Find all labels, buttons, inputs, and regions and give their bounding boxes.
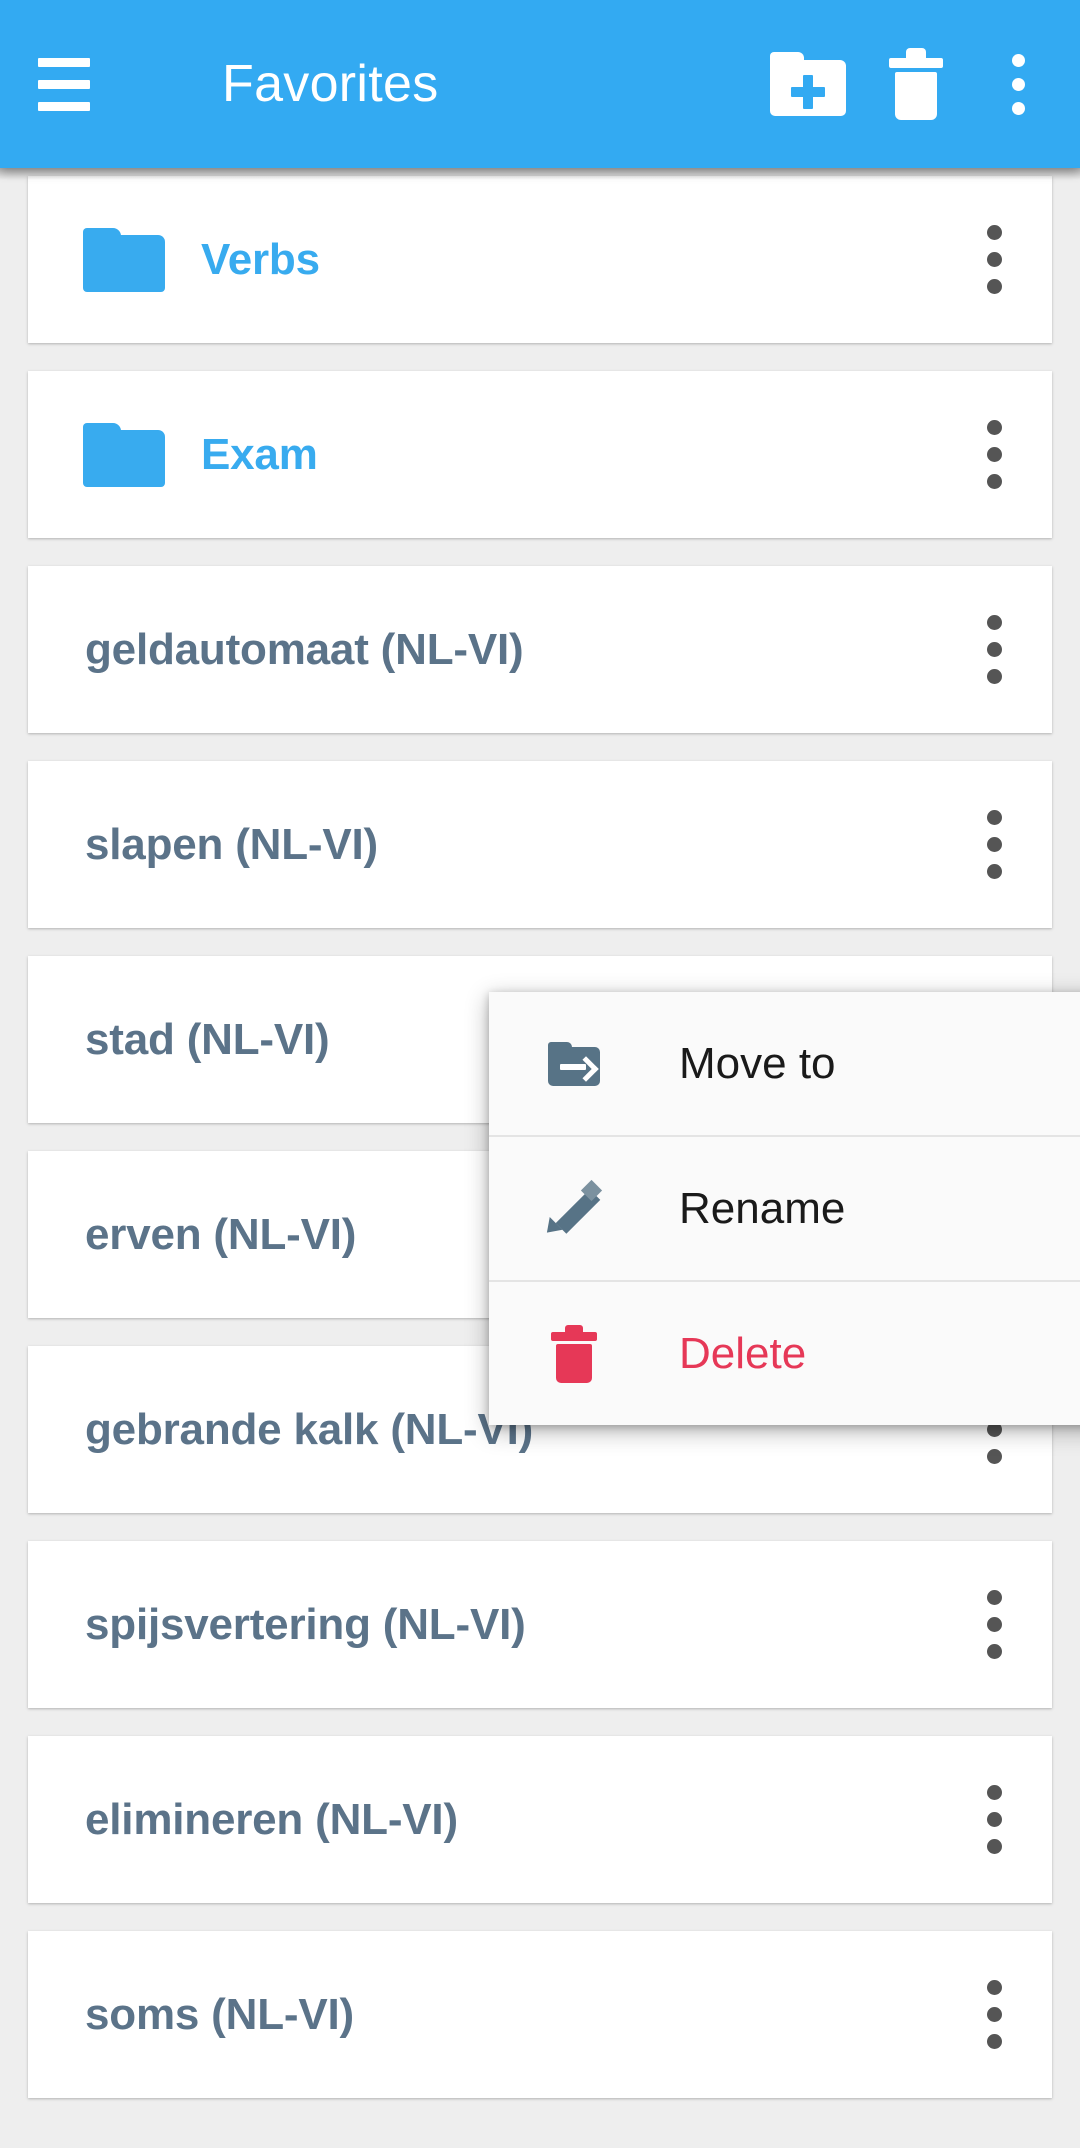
kebab-dot: [987, 447, 1002, 462]
context-menu-label: Rename: [679, 1183, 846, 1233]
app-bar-shadow: [0, 168, 1080, 180]
list-item[interactable]: geldautomaat (NL-VI): [28, 566, 1052, 733]
kebab-dot: [987, 420, 1002, 435]
list-item-label: soms (NL-VI): [85, 1989, 354, 2039]
row-overflow-menu-icon[interactable]: [987, 1590, 1002, 1659]
page-title: Favorites: [222, 55, 439, 113]
list-item-label: geldautomaat (NL-VI): [85, 624, 524, 674]
trash-icon: [542, 1324, 606, 1383]
kebab-dot: [1011, 101, 1025, 115]
list-item[interactable]: soms (NL-VI): [28, 1931, 1052, 2098]
trash-can: [556, 1343, 592, 1383]
kebab-dot: [1011, 77, 1025, 91]
kebab-dot: [987, 1980, 1002, 1995]
delete-button[interactable]: [862, 30, 970, 138]
list-item[interactable]: spijsvertering (NL-VI): [28, 1541, 1052, 1708]
list-item-label: gebrande kalk (NL-VI): [85, 1404, 534, 1454]
overflow-menu-icon: [1011, 53, 1025, 115]
hamburger-bar: [38, 101, 90, 111]
hamburger-bar: [38, 79, 90, 89]
context-menu-label: Delete: [679, 1328, 807, 1378]
list-item[interactable]: slapen (NL-VI): [28, 761, 1052, 928]
list-item[interactable]: Verbs: [28, 176, 1052, 343]
kebab-dot: [987, 615, 1002, 630]
folder-body: [83, 429, 165, 487]
context-menu-item-rename[interactable]: Rename: [489, 1137, 1080, 1282]
context-menu-item-delete[interactable]: Delete: [489, 1282, 1080, 1425]
folder-body: [83, 234, 165, 292]
kebab-dot: [987, 2007, 1002, 2022]
row-overflow-menu-icon[interactable]: [987, 615, 1002, 684]
context-menu: Move to Rename Delete: [489, 992, 1080, 1425]
kebab-dot: [987, 225, 1002, 240]
row-overflow-menu-icon[interactable]: [987, 1980, 1002, 2049]
kebab-dot: [987, 1644, 1002, 1659]
list-item-label: slapen (NL-VI): [85, 819, 378, 869]
kebab-dot: [987, 864, 1002, 879]
list-item-label: elimineren (NL-VI): [85, 1794, 458, 1844]
kebab-dot: [987, 1785, 1002, 1800]
kebab-dot: [987, 252, 1002, 267]
folder-icon: [83, 422, 165, 487]
kebab-dot: [987, 642, 1002, 657]
list-item-label: spijsvertering (NL-VI): [85, 1599, 526, 1649]
move-to-folder-icon: [542, 1041, 606, 1086]
kebab-dot: [987, 1812, 1002, 1827]
plus-vertical: [803, 75, 813, 109]
app-bar: Favorites: [0, 0, 1080, 168]
new-folder-icon: [770, 52, 846, 116]
trash-lid: [889, 58, 943, 68]
kebab-dot: [987, 1617, 1002, 1632]
list-item-label: stad (NL-VI): [85, 1014, 330, 1064]
row-overflow-menu-icon[interactable]: [987, 1785, 1002, 1854]
trash-can: [895, 72, 937, 120]
kebab-dot: [987, 1449, 1002, 1464]
kebab-dot: [987, 279, 1002, 294]
kebab-dot: [987, 810, 1002, 825]
kebab-dot: [1011, 53, 1025, 67]
folder-icon: [83, 227, 165, 292]
list-item-label: Verbs: [201, 234, 320, 284]
kebab-dot: [987, 1839, 1002, 1854]
list-item[interactable]: elimineren (NL-VI): [28, 1736, 1052, 1903]
list-item-label: erven (NL-VI): [85, 1209, 357, 1259]
kebab-dot: [987, 837, 1002, 852]
trash-icon: [889, 48, 943, 120]
kebab-dot: [987, 1590, 1002, 1605]
kebab-dot: [987, 2034, 1002, 2049]
row-overflow-menu-icon[interactable]: [987, 810, 1002, 879]
trash-lid: [551, 1331, 597, 1341]
hamburger-bar: [38, 57, 90, 67]
new-folder-button[interactable]: [754, 30, 862, 138]
row-overflow-menu-icon[interactable]: [987, 225, 1002, 294]
kebab-dot: [987, 669, 1002, 684]
app-bar-actions: [754, 0, 1080, 168]
context-menu-item-move-to[interactable]: Move to: [489, 992, 1080, 1137]
context-menu-label: Move to: [679, 1038, 836, 1088]
pencil-icon: [540, 1179, 606, 1239]
list-item-label: Exam: [201, 429, 318, 479]
app-screen: Favorites Verbs Exam geldautomaat (NL-VI…: [0, 0, 1080, 2148]
kebab-dot: [987, 474, 1002, 489]
row-overflow-menu-icon[interactable]: [987, 420, 1002, 489]
hamburger-menu-icon[interactable]: [16, 36, 112, 132]
list-item[interactable]: Exam: [28, 371, 1052, 538]
overflow-menu-button[interactable]: [970, 30, 1066, 138]
